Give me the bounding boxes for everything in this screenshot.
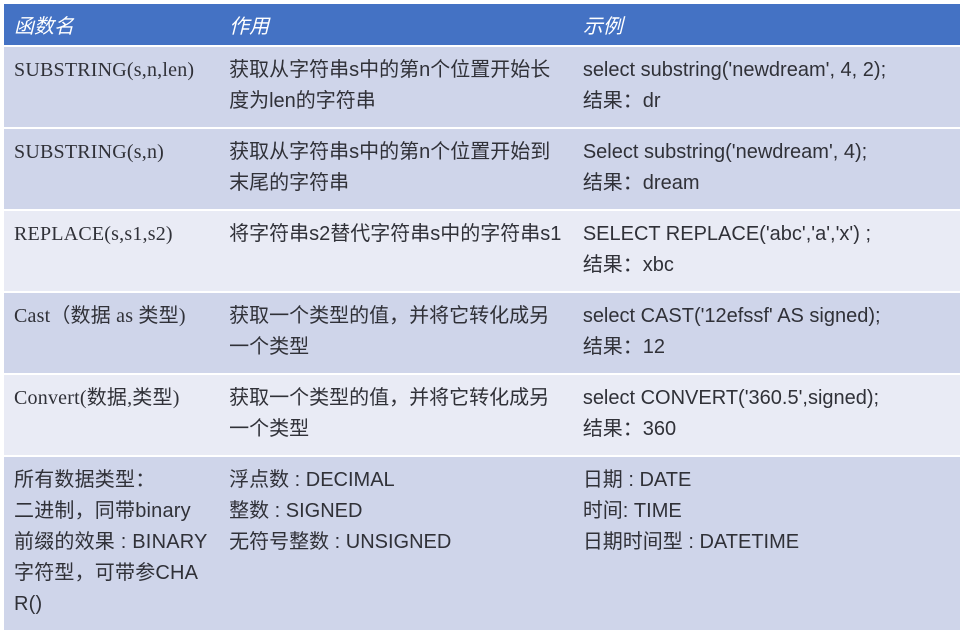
type-item: 浮点数 : DECIMAL	[229, 465, 563, 496]
sample-result: 结果：dream	[583, 168, 950, 199]
sample-result: 结果：dr	[583, 86, 950, 117]
type-list: 浮点数 : DECIMAL 整数 : SIGNED 无符号整数 : UNSIGN…	[219, 456, 573, 631]
table-row: REPLACE(s,s1,s2) 将字符串s2替代字符串s中的字符串s1 SEL…	[4, 210, 960, 292]
table-row: 所有数据类型：二进制，同带binary前缀的效果 : BINARY 字符型，可带…	[4, 456, 960, 631]
sample-code: select CONVERT('360.5',signed);	[583, 383, 950, 414]
func-name: REPLACE(s,s1,s2)	[4, 210, 219, 292]
table-row: Cast（数据 as 类型) 获取一个类型的值，并将它转化成另一个类型 sele…	[4, 292, 960, 374]
header-func: 函数名	[4, 4, 219, 46]
type-item: 日期 : DATE	[583, 465, 950, 496]
sql-functions-table: 函数名 作用 示例 SUBSTRING(s,n,len) 获取从字符串s中的第n…	[4, 4, 960, 632]
sample-result: 结果：360	[583, 414, 950, 445]
func-sample: select CAST('12efssf' AS signed); 结果：12	[573, 292, 960, 374]
type-item: 无符号整数 : UNSIGNED	[229, 527, 563, 558]
func-desc: 获取一个类型的值，并将它转化成另一个类型	[219, 292, 573, 374]
func-name: Cast（数据 as 类型)	[4, 292, 219, 374]
func-name: Convert(数据,类型)	[4, 374, 219, 456]
header-sample: 示例	[573, 4, 960, 46]
func-sample: Select substring('newdream', 4); 结果：drea…	[573, 128, 960, 210]
table-row: SUBSTRING(s,n) 获取从字符串s中的第n个位置开始到末尾的字符串 S…	[4, 128, 960, 210]
func-desc: 获取一个类型的值，并将它转化成另一个类型	[219, 374, 573, 456]
sample-code: Select substring('newdream', 4);	[583, 137, 950, 168]
func-sample: select substring('newdream', 4, 2); 结果：d…	[573, 46, 960, 128]
header-desc: 作用	[219, 4, 573, 46]
type-item: 整数 : SIGNED	[229, 496, 563, 527]
sample-result: 结果：12	[583, 332, 950, 363]
func-desc: 获取从字符串s中的第n个位置开始到末尾的字符串	[219, 128, 573, 210]
func-desc: 将字符串s2替代字符串s中的字符串s1	[219, 210, 573, 292]
table-row: Convert(数据,类型) 获取一个类型的值，并将它转化成另一个类型 sele…	[4, 374, 960, 456]
type-item: 日期时间型 : DATETIME	[583, 527, 950, 558]
sample-code: select CAST('12efssf' AS signed);	[583, 301, 950, 332]
func-sample: select CONVERT('360.5',signed); 结果：360	[573, 374, 960, 456]
type-list: 日期 : DATE 时间: TIME 日期时间型 : DATETIME	[573, 456, 960, 631]
type-notes: 所有数据类型：二进制，同带binary前缀的效果 : BINARY 字符型，可带…	[4, 456, 219, 631]
func-name: SUBSTRING(s,n)	[4, 128, 219, 210]
sample-code: SELECT REPLACE('abc','a','x') ;	[583, 219, 950, 250]
func-sample: SELECT REPLACE('abc','a','x') ; 结果：xbc	[573, 210, 960, 292]
func-name: SUBSTRING(s,n,len)	[4, 46, 219, 128]
func-desc: 获取从字符串s中的第n个位置开始长度为len的字符串	[219, 46, 573, 128]
sample-code: select substring('newdream', 4, 2);	[583, 55, 950, 86]
sample-result: 结果：xbc	[583, 250, 950, 281]
type-item: 时间: TIME	[583, 496, 950, 527]
table-row: SUBSTRING(s,n,len) 获取从字符串s中的第n个位置开始长度为le…	[4, 46, 960, 128]
